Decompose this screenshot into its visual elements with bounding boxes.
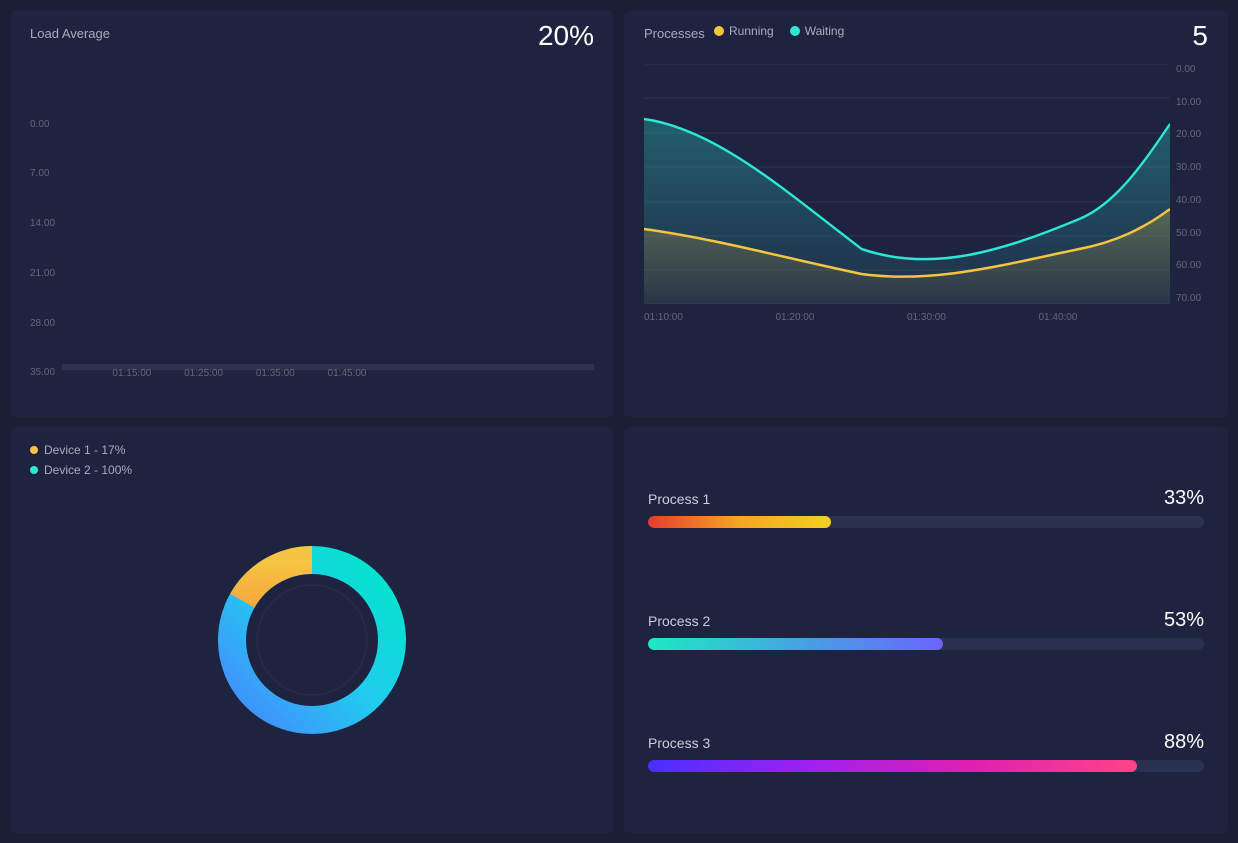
process1-item: Process 1 33% [648,487,1204,528]
processes-svg-wrap: 01:10:00 01:20:00 01:30:00 01:40:00 [644,64,1170,380]
process3-pct: 88% [1164,731,1204,754]
load-x-labels: 01:15:00 01:25:00 01:35:00 01:45:00 [100,364,594,379]
processes-chart: 01:10:00 01:20:00 01:30:00 01:40:00 70.0… [644,64,1208,380]
process1-bar-bg [648,516,1204,528]
waiting-dot [790,26,800,36]
donut-chart-wrap [30,445,594,816]
load-average-value: 20% [538,20,594,52]
legend-item-waiting: Waiting [790,24,845,38]
process1-pct: 33% [1164,487,1204,510]
process2-header: Process 2 53% [648,609,1204,632]
load-chart-area: 35.00 28.00 21.00 14.00 7.00 0.00 [30,58,594,379]
processes-y-axis: 70.00 60.00 50.00 40.00 30.00 20.00 10.0… [1170,64,1208,304]
process3-item: Process 3 88% [648,731,1204,772]
process2-bar-bg [648,638,1204,650]
running-dot [714,26,724,36]
processes-panel: Processes Running Waiting 5 [624,10,1228,417]
load-average-title: Load Average [30,26,110,41]
device2-dot [30,466,38,474]
processes-legend: Running Waiting [714,24,844,38]
legend-item-running: Running [714,24,774,38]
process3-header: Process 3 88% [648,731,1204,754]
load-y-axis: 35.00 28.00 21.00 14.00 7.00 0.00 [30,119,62,379]
processes-value: 5 [1192,20,1208,52]
legend-device2: Device 2 - 100% [30,463,132,477]
legend-device1: Device 1 - 17% [30,443,132,457]
process1-header: Process 1 33% [648,487,1204,510]
device2-label: Device 2 - 100% [44,463,132,477]
processes-svg [644,64,1170,304]
running-label: Running [729,24,774,38]
load-average-panel: Load Average 20% 35.00 28.00 21.00 14.00… [10,10,614,417]
process1-name: Process 1 [648,491,710,507]
process3-name: Process 3 [648,735,710,751]
waiting-label: Waiting [805,24,845,38]
process1-bar-fill [648,516,831,528]
donut-svg [202,530,422,750]
donut-panel: Device 1 - 17% Device 2 - 100% [10,427,614,834]
process3-bar-fill [648,760,1137,772]
device1-dot [30,446,38,454]
process2-name: Process 2 [648,613,710,629]
process-bars-panel: Process 1 33% Process 2 53% Process 3 88… [624,427,1228,834]
process2-item: Process 2 53% [648,609,1204,650]
process3-bar-bg [648,760,1204,772]
process2-bar-fill [648,638,943,650]
processes-title: Processes [644,26,705,41]
device1-label: Device 1 - 17% [44,443,125,457]
dashboard: Load Average 20% 35.00 28.00 21.00 14.00… [0,0,1238,843]
donut-legend: Device 1 - 17% Device 2 - 100% [30,443,132,477]
processes-x-labels: 01:10:00 01:20:00 01:30:00 01:40:00 [644,312,1170,323]
process2-pct: 53% [1164,609,1204,632]
